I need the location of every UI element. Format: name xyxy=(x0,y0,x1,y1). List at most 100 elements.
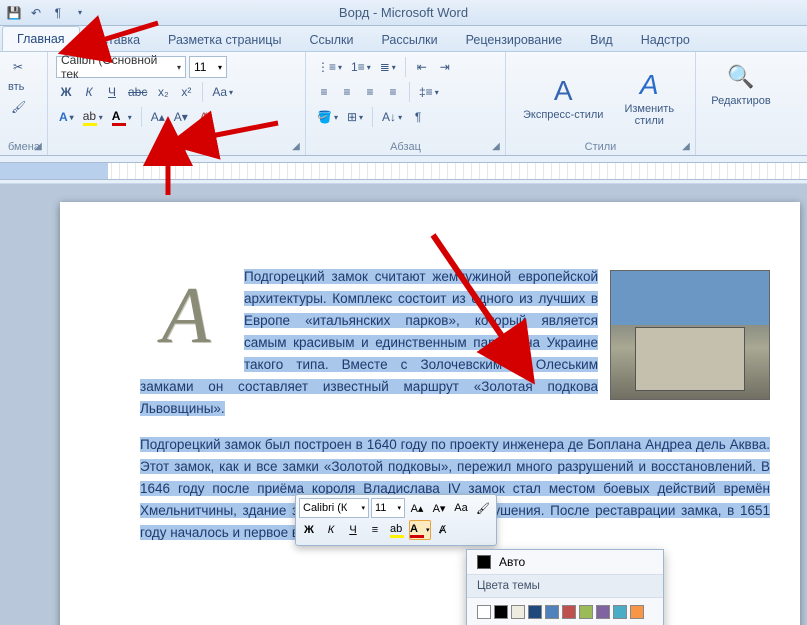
underline-button[interactable]: Ч xyxy=(102,81,122,103)
editing-label: Редактиров xyxy=(711,95,770,107)
tab-review[interactable]: Рецензирование xyxy=(452,28,577,51)
ruler-area xyxy=(0,156,807,184)
mini-font-name-combo[interactable]: Calibri (К▾ xyxy=(299,498,369,518)
tab-insert[interactable]: Вставка xyxy=(80,28,154,51)
mini-grow-font-button[interactable]: A▴ xyxy=(407,498,427,518)
color-swatch[interactable] xyxy=(596,605,610,619)
numbering-button[interactable]: 1≡ xyxy=(348,56,374,78)
increase-indent-button[interactable]: ⇥ xyxy=(435,56,455,78)
font-launcher-icon[interactable]: ◢ xyxy=(289,139,303,153)
tab-view[interactable]: Вид xyxy=(576,28,627,51)
mini-styles-button[interactable]: Ⱥ xyxy=(433,520,453,540)
tab-page-layout[interactable]: Разметка страницы xyxy=(154,28,295,51)
decrease-indent-button[interactable]: ⇤ xyxy=(412,56,432,78)
color-auto-label: Авто xyxy=(499,555,525,569)
mini-bold-button[interactable]: Ж xyxy=(299,520,319,540)
grow-font-button[interactable]: A▴ xyxy=(148,106,168,128)
mini-font-color-button[interactable]: A▾ xyxy=(409,520,431,540)
styles-group-label: Стили xyxy=(514,139,687,153)
group-editing: 🔍 Редактиров xyxy=(696,52,786,155)
separator xyxy=(409,82,410,102)
tab-addins[interactable]: Надстро xyxy=(627,28,704,51)
color-swatch[interactable] xyxy=(494,605,508,619)
mini-change-case-button[interactable]: Aa xyxy=(451,498,471,518)
clipboard-launcher-icon[interactable]: ◢ xyxy=(31,139,45,153)
font-name-combo[interactable]: Calibri (Основной тек▾ xyxy=(56,56,186,78)
group-clipboard: ✂ вть 🖌 бмена ◢ xyxy=(0,52,48,155)
align-left-button[interactable]: ≡ xyxy=(314,81,334,103)
quick-access-toolbar: 💾 ↶ ¶ ▾ xyxy=(6,5,88,21)
mini-font-name-value: Calibri (К xyxy=(303,502,347,514)
borders-button[interactable]: ⊞ xyxy=(344,106,366,128)
window-title: Ворд - Microsoft Word xyxy=(339,5,468,20)
qat-customize-icon[interactable]: ▾ xyxy=(72,5,88,21)
paragraph-group-label: Абзац xyxy=(314,139,497,153)
paragraph-launcher-icon[interactable]: ◢ xyxy=(489,139,503,153)
sort-button[interactable]: A↓ xyxy=(379,106,405,128)
color-auto-item[interactable]: Авто xyxy=(467,550,663,574)
bold-button[interactable]: Ж xyxy=(56,81,76,103)
separator xyxy=(405,57,406,77)
mini-shrink-font-button[interactable]: A▾ xyxy=(429,498,449,518)
tab-references[interactable]: Ссылки xyxy=(295,28,367,51)
font-size-combo[interactable]: 11▾ xyxy=(189,56,227,78)
undo-icon[interactable]: ↶ xyxy=(28,5,44,21)
mini-font-size-combo[interactable]: 11▾ xyxy=(371,498,405,518)
color-swatch[interactable] xyxy=(528,605,542,619)
group-font: Calibri (Основной тек▾ 11▾ Ж К Ч abc x₂ … xyxy=(48,52,306,155)
format-painter-icon[interactable]: 🖌 xyxy=(8,96,29,118)
cut-icon[interactable]: ✂ xyxy=(8,56,28,78)
document-image-castle[interactable] xyxy=(610,270,770,400)
shrink-font-button[interactable]: A▾ xyxy=(171,106,191,128)
justify-button[interactable]: ≡ xyxy=(383,81,403,103)
separator xyxy=(141,107,142,127)
drop-cap[interactable]: А xyxy=(140,270,232,362)
italic-button[interactable]: К xyxy=(79,81,99,103)
separator xyxy=(372,107,373,127)
find-icon: 🔍 xyxy=(725,61,757,93)
change-styles-button[interactable]: A Изменитьстили xyxy=(615,64,683,132)
save-icon[interactable]: 💾 xyxy=(6,5,22,21)
align-right-button[interactable]: ≡ xyxy=(360,81,380,103)
align-center-button[interactable]: ≡ xyxy=(337,81,357,103)
subscript-button[interactable]: x₂ xyxy=(153,81,173,103)
color-swatch[interactable] xyxy=(630,605,644,619)
group-paragraph: ⋮≡ 1≡ ≣ ⇤ ⇥ ≡ ≡ ≡ ≡ ‡≡ 🪣 ⊞ A↓ ¶ xyxy=(306,52,506,155)
superscript-button[interactable]: x² xyxy=(176,81,196,103)
editing-button[interactable]: 🔍 Редактиров xyxy=(702,56,779,112)
horizontal-ruler[interactable] xyxy=(0,162,807,180)
mini-underline-button[interactable]: Ч xyxy=(343,520,363,540)
tab-home[interactable]: Главная xyxy=(2,26,80,51)
strikethrough-button[interactable]: abc xyxy=(125,81,150,103)
multilevel-button[interactable]: ≣ xyxy=(377,56,399,78)
clear-formatting-button[interactable]: Ⱥ xyxy=(194,106,214,128)
color-swatch[interactable] xyxy=(511,605,525,619)
ribbon: ✂ вть 🖌 бмена ◢ Calibri (Основной тек▾ 1… xyxy=(0,52,807,156)
styles-launcher-icon[interactable]: ◢ xyxy=(679,139,693,153)
font-name-value: Calibri (Основной тек xyxy=(61,53,177,81)
page[interactable]: А Подгорецкий замок считают жемчужиной е… xyxy=(60,202,800,625)
paragraph-mark-icon[interactable]: ¶ xyxy=(50,5,66,21)
quick-styles-button[interactable]: A Экспресс-стили xyxy=(514,70,612,126)
mini-format-painter-button[interactable]: 🖌 xyxy=(473,498,493,518)
highlight-button[interactable]: ab xyxy=(80,106,106,128)
tab-mailings[interactable]: Рассылки xyxy=(367,28,451,51)
mini-highlight-button[interactable]: ab xyxy=(387,520,407,540)
show-marks-button[interactable]: ¶ xyxy=(408,106,428,128)
mini-italic-button[interactable]: К xyxy=(321,520,341,540)
color-swatch[interactable] xyxy=(545,605,559,619)
font-color-button[interactable]: A xyxy=(109,106,135,128)
color-swatch[interactable] xyxy=(579,605,593,619)
paste-label: вть xyxy=(8,81,24,93)
color-swatch[interactable] xyxy=(562,605,576,619)
line-spacing-button[interactable]: ‡≡ xyxy=(416,81,442,103)
bullets-button[interactable]: ⋮≡ xyxy=(314,56,345,78)
quick-styles-label: Экспресс-стили xyxy=(523,109,603,121)
mini-align-center-button[interactable]: ≡ xyxy=(365,520,385,540)
ribbon-tabs: Главная Вставка Разметка страницы Ссылки… xyxy=(0,26,807,52)
shading-button[interactable]: 🪣 xyxy=(314,106,341,128)
color-swatch[interactable] xyxy=(477,605,491,619)
change-case-button[interactable]: Aa xyxy=(209,81,236,103)
text-effects-button[interactable]: A xyxy=(56,106,77,128)
color-swatch[interactable] xyxy=(613,605,627,619)
